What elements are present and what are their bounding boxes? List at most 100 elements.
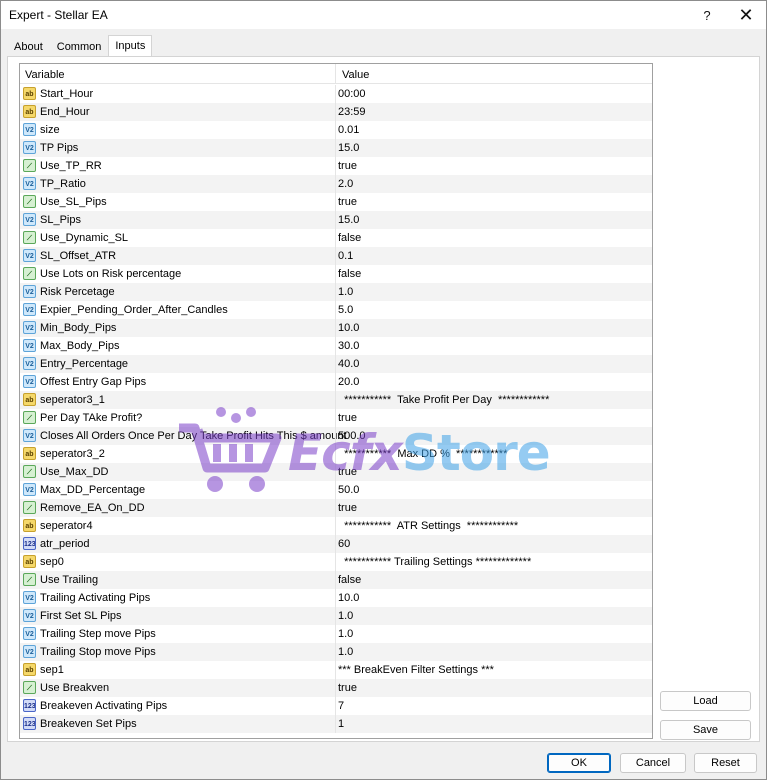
variable-value[interactable]: true: [338, 412, 357, 424]
column-divider: [335, 121, 336, 139]
column-divider: [335, 427, 336, 445]
table-row[interactable]: 123 Breakeven Set Pips 1: [20, 715, 652, 733]
table-row[interactable]: ab seperator4 *********** ATR Settings **…: [20, 517, 652, 535]
table-row[interactable]: V2 Trailing Step move Pips 1.0: [20, 625, 652, 643]
table-row[interactable]: ab End_Hour 23:59: [20, 103, 652, 121]
variable-value[interactable]: 7: [338, 700, 344, 712]
table-row[interactable]: V2 Risk Percetage 1.0: [20, 283, 652, 301]
variable-value[interactable]: 0.1: [338, 250, 353, 262]
table-row[interactable]: V2 First Set SL Pips 1.0: [20, 607, 652, 625]
variable-name: sep0: [40, 556, 64, 568]
close-icon[interactable]: ✕: [728, 1, 764, 29]
variable-value[interactable]: 00:00: [338, 88, 366, 100]
table-row[interactable]: V2 TP Pips 15.0: [20, 139, 652, 157]
variable-value[interactable]: false: [338, 232, 361, 244]
variable-name: atr_period: [40, 538, 90, 550]
table-row[interactable]: 123 atr_period 60: [20, 535, 652, 553]
table-row[interactable]: ab sep0 *********** Trailing Settings ***…: [20, 553, 652, 571]
variable-value[interactable]: *********** Max DD % ************: [338, 448, 507, 460]
double-type-icon: V2: [23, 627, 36, 640]
variable-name: Trailing Step move Pips: [40, 628, 156, 640]
variable-value[interactable]: *********** Trailing Settings **********…: [338, 556, 531, 568]
variable-value[interactable]: 15.0: [338, 142, 359, 154]
table-row[interactable]: V2 size 0.01: [20, 121, 652, 139]
variable-value[interactable]: 60: [338, 538, 350, 550]
table-row[interactable]: ⟋ Use Breakven true: [20, 679, 652, 697]
table-row[interactable]: ⟋ Remove_EA_On_DD true: [20, 499, 652, 517]
inputs-grid: Variable Value ab Start_Hour 00:00 ab End_Ho…: [19, 63, 653, 739]
variable-value[interactable]: true: [338, 160, 357, 172]
variable-value[interactable]: 50.0: [338, 484, 359, 496]
save-button[interactable]: Save: [660, 720, 751, 740]
double-type-icon: V2: [23, 123, 36, 136]
table-row[interactable]: ⟋ Use Lots on Risk percentage false: [20, 265, 652, 283]
table-row[interactable]: ⟋ Use_TP_RR true: [20, 157, 652, 175]
table-row[interactable]: ⟋ Use_SL_Pips true: [20, 193, 652, 211]
variable-value[interactable]: 1.0: [338, 610, 353, 622]
column-header-variable[interactable]: Variable: [25, 69, 65, 81]
table-row[interactable]: ab seperator3_2 *********** Max DD % ****…: [20, 445, 652, 463]
variable-value[interactable]: 1: [338, 718, 344, 730]
table-row[interactable]: V2 Closes All Orders Once Per Day Take Pr…: [20, 427, 652, 445]
variable-value[interactable]: *********** ATR Settings ************: [338, 520, 518, 532]
table-row[interactable]: V2 Trailing Stop move Pips 1.0: [20, 643, 652, 661]
variable-name: Use_SL_Pips: [40, 196, 107, 208]
cancel-button[interactable]: Cancel: [620, 753, 686, 773]
table-row[interactable]: V2 SL_Offset_ATR 0.1: [20, 247, 652, 265]
variable-value[interactable]: true: [338, 196, 357, 208]
table-row[interactable]: 123 Breakeven Activating Pips 7: [20, 697, 652, 715]
table-row[interactable]: V2 Max_Body_Pips 30.0: [20, 337, 652, 355]
double-type-icon: V2: [23, 321, 36, 334]
tab-about[interactable]: About: [7, 37, 50, 57]
variable-value[interactable]: 10.0: [338, 592, 359, 604]
variable-value[interactable]: 1.0: [338, 628, 353, 640]
table-row[interactable]: ab sep1 *** BreakEven Filter Settings ***: [20, 661, 652, 679]
table-row[interactable]: V2 Max_DD_Percentage 50.0: [20, 481, 652, 499]
variable-value[interactable]: 1.0: [338, 646, 353, 658]
table-row[interactable]: V2 TP_Ratio 2.0: [20, 175, 652, 193]
variable-value[interactable]: false: [338, 574, 361, 586]
variable-value[interactable]: 23:59: [338, 106, 366, 118]
variable-value[interactable]: 1.0: [338, 286, 353, 298]
table-row[interactable]: V2 SL_Pips 15.0: [20, 211, 652, 229]
table-row[interactable]: ⟋ Per Day TAke Profit? true: [20, 409, 652, 427]
column-divider[interactable]: [335, 64, 336, 84]
variable-value[interactable]: 40.0: [338, 358, 359, 370]
table-row[interactable]: ⟋ Use_Dynamic_SL false: [20, 229, 652, 247]
variable-value[interactable]: 10.0: [338, 322, 359, 334]
help-icon[interactable]: ?: [689, 1, 725, 29]
reset-button[interactable]: Reset: [694, 753, 757, 773]
variable-value[interactable]: 500.0: [338, 430, 366, 442]
table-row[interactable]: V2 Expier_Pending_Order_After_Candles 5.0: [20, 301, 652, 319]
column-header-value[interactable]: Value: [342, 69, 369, 81]
variable-value[interactable]: 2.0: [338, 178, 353, 190]
variable-value[interactable]: true: [338, 682, 357, 694]
variable-value[interactable]: true: [338, 502, 357, 514]
table-row[interactable]: ⟋ Use_Max_DD true: [20, 463, 652, 481]
table-row[interactable]: V2 Offest Entry Gap Pips 20.0: [20, 373, 652, 391]
table-row[interactable]: V2 Min_Body_Pips 10.0: [20, 319, 652, 337]
variable-value[interactable]: true: [338, 466, 357, 478]
variable-value[interactable]: 5.0: [338, 304, 353, 316]
variable-value[interactable]: 0.01: [338, 124, 359, 136]
load-button[interactable]: Load: [660, 691, 751, 711]
variable-name: seperator4: [40, 520, 93, 532]
table-row[interactable]: ab Start_Hour 00:00: [20, 85, 652, 103]
tab-common[interactable]: Common: [50, 37, 109, 57]
variable-value[interactable]: false: [338, 268, 361, 280]
tab-inputs[interactable]: Inputs: [108, 35, 153, 57]
variable-value[interactable]: *** BreakEven Filter Settings ***: [338, 664, 494, 676]
double-type-icon: V2: [23, 609, 36, 622]
table-row[interactable]: ⟋ Use Trailing false: [20, 571, 652, 589]
column-divider: [335, 355, 336, 373]
double-type-icon: V2: [23, 357, 36, 370]
column-divider: [335, 139, 336, 157]
variable-value[interactable]: 30.0: [338, 340, 359, 352]
table-row[interactable]: V2 Entry_Percentage 40.0: [20, 355, 652, 373]
table-row[interactable]: ab seperator3_1 *********** Take Profit P…: [20, 391, 652, 409]
variable-value[interactable]: 15.0: [338, 214, 359, 226]
table-row[interactable]: V2 Trailing Activating Pips 10.0: [20, 589, 652, 607]
ok-button[interactable]: OK: [547, 753, 611, 773]
variable-value[interactable]: *********** Take Profit Per Day ********…: [338, 394, 549, 406]
variable-value[interactable]: 20.0: [338, 376, 359, 388]
